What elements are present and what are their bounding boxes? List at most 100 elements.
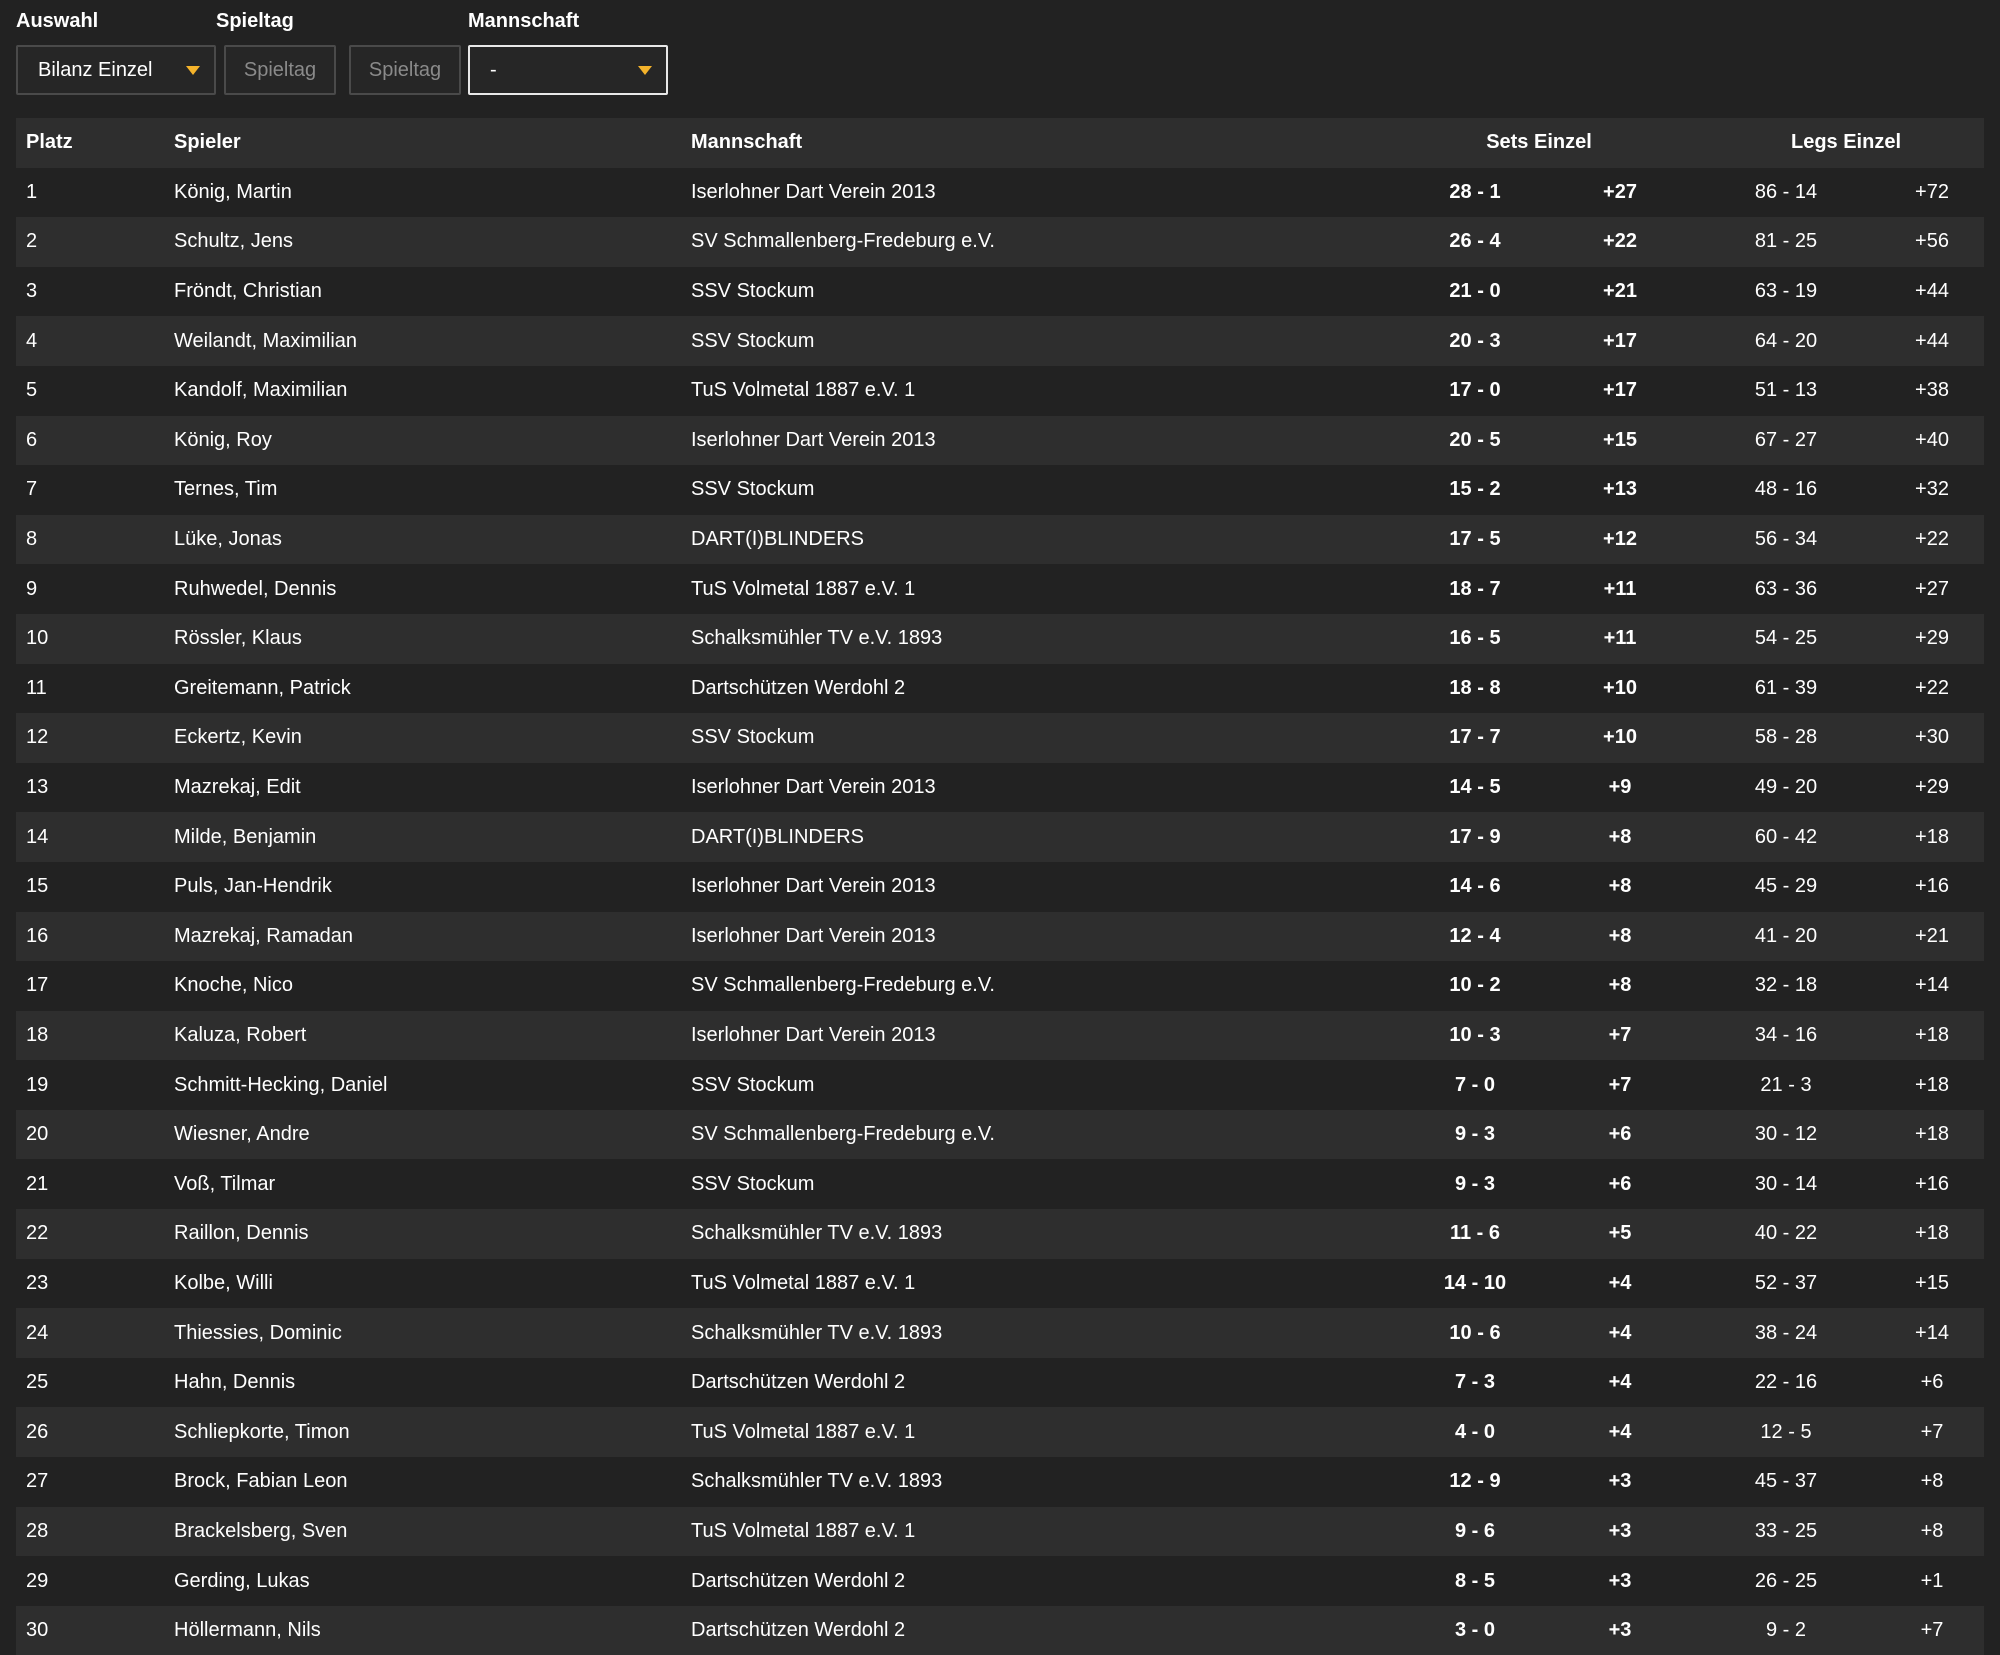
cell-spieler[interactable]: Schultz, Jens <box>174 217 293 267</box>
cell-legs: 45 - 29 <box>1754 875 1818 898</box>
cell-mannschaft[interactable]: Iserlohner Dart Verein 2013 <box>691 416 936 466</box>
cell-mannschaft[interactable]: Dartschützen Werdohl 2 <box>691 1358 905 1408</box>
cell-spieler[interactable]: Weilandt, Maximilian <box>174 316 357 366</box>
cell-mannschaft[interactable]: Iserlohner Dart Verein 2013 <box>691 763 936 813</box>
cell-sets: 7 - 3 <box>1454 1371 1496 1394</box>
cell-spieler[interactable]: Rössler, Klaus <box>174 614 302 664</box>
cell-platz: 11 <box>26 676 47 699</box>
cell-spieler[interactable]: Fröndt, Christian <box>174 267 322 317</box>
cell-platz: 23 <box>26 1271 49 1294</box>
cell-mannschaft[interactable]: TuS Volmetal 1887 e.V. 1 <box>691 1259 915 1309</box>
cell-spieler[interactable]: Kaluza, Robert <box>174 1011 306 1061</box>
cell-sets: 14 - 5 <box>1449 776 1501 799</box>
cell-mannschaft[interactable]: Dartschützen Werdohl 2 <box>691 664 905 714</box>
cell-platz: 25 <box>26 1371 49 1394</box>
header-mannschaft[interactable]: Mannschaft <box>691 118 802 168</box>
caret-down-icon <box>186 66 200 75</box>
cell-mannschaft[interactable]: Dartschützen Werdohl 2 <box>691 1606 905 1655</box>
cell-mannschaft[interactable]: Dartschützen Werdohl 2 <box>691 1556 905 1606</box>
cell-sets: 8 - 5 <box>1454 1569 1496 1592</box>
cell-mannschaft[interactable]: Iserlohner Dart Verein 2013 <box>691 1011 936 1061</box>
cell-mannschaft[interactable]: Schalksmühler TV e.V. 1893 <box>691 614 942 664</box>
cell-spieler[interactable]: Mazrekaj, Ramadan <box>174 912 353 962</box>
table-row: 2 Schultz, Jens SV Schmallenberg-Fredeburg… <box>16 217 1984 267</box>
cell-mannschaft[interactable]: TuS Volmetal 1887 e.V. 1 <box>691 564 915 614</box>
cell-mannschaft[interactable]: Schalksmühler TV e.V. 1893 <box>691 1457 942 1507</box>
cell-sets-diff: +3 <box>1608 1569 1632 1592</box>
cell-spieler[interactable]: Brock, Fabian Leon <box>174 1457 347 1507</box>
cell-mannschaft[interactable]: SV Schmallenberg-Fredeburg e.V. <box>691 961 995 1011</box>
cell-spieler[interactable]: Knoche, Nico <box>174 961 293 1011</box>
cell-spieler[interactable]: König, Roy <box>174 416 272 466</box>
cell-sets-diff: +27 <box>1603 180 1637 203</box>
auswahl-label: Auswahl <box>16 10 99 32</box>
header-platz[interactable]: Platz <box>26 118 73 168</box>
cell-spieler[interactable]: Schmitt-Hecking, Daniel <box>174 1060 387 1110</box>
cell-spieler[interactable]: Eckertz, Kevin <box>174 713 302 763</box>
header-spieler[interactable]: Spieler <box>174 118 241 168</box>
cell-platz: 12 <box>26 726 49 749</box>
cell-spieler[interactable]: Lüke, Jonas <box>174 515 282 565</box>
cell-mannschaft[interactable]: Iserlohner Dart Verein 2013 <box>691 862 936 912</box>
spieltag-to-input[interactable]: Spieltag <box>349 45 461 95</box>
cell-sets-diff: +8 <box>1608 974 1632 997</box>
cell-mannschaft[interactable]: SSV Stockum <box>691 713 814 763</box>
header-sets-einzel[interactable]: Sets Einzel <box>1414 118 1664 168</box>
cell-spieler[interactable]: Brackelsberg, Sven <box>174 1507 347 1557</box>
cell-mannschaft[interactable]: SV Schmallenberg-Fredeburg e.V. <box>691 217 995 267</box>
table-row: 15 Puls, Jan-Hendrik Iserlohner Dart Verei… <box>16 861 1984 912</box>
cell-sets-diff: +4 <box>1608 1271 1632 1294</box>
cell-mannschaft[interactable]: SSV Stockum <box>691 465 814 515</box>
cell-legs: 63 - 36 <box>1754 577 1818 600</box>
cell-spieler[interactable]: Puls, Jan-Hendrik <box>174 862 332 912</box>
cell-mannschaft[interactable]: TuS Volmetal 1887 e.V. 1 <box>691 1507 915 1557</box>
cell-mannschaft[interactable]: Iserlohner Dart Verein 2013 <box>691 912 936 962</box>
cell-spieler[interactable]: Mazrekaj, Edit <box>174 763 301 813</box>
cell-spieler[interactable]: Ruhwedel, Dennis <box>174 564 336 614</box>
cell-spieler[interactable]: Höllermann, Nils <box>174 1606 321 1655</box>
cell-mannschaft[interactable]: SSV Stockum <box>691 1060 814 1110</box>
cell-spieler[interactable]: Voß, Tilmar <box>174 1159 275 1209</box>
cell-legs-diff: +27 <box>1915 577 1949 600</box>
table-row: 6 König, Roy Iserlohner Dart Verein 2013 20… <box>16 415 1984 466</box>
cell-spieler[interactable]: Greitemann, Patrick <box>174 664 351 714</box>
cell-legs: 26 - 25 <box>1754 1569 1818 1592</box>
cell-sets: 10 - 2 <box>1449 974 1501 997</box>
cell-spieler[interactable]: Wiesner, Andre <box>174 1110 310 1160</box>
cell-legs-diff: +29 <box>1915 627 1949 650</box>
mannschaft-select[interactable]: - <box>468 45 668 95</box>
header-legs-einzel[interactable]: Legs Einzel <box>1721 118 1971 168</box>
cell-platz: 9 <box>26 577 38 600</box>
cell-mannschaft[interactable]: SSV Stockum <box>691 267 814 317</box>
cell-mannschaft[interactable]: Schalksmühler TV e.V. 1893 <box>691 1209 942 1259</box>
cell-mannschaft[interactable]: SV Schmallenberg-Fredeburg e.V. <box>691 1110 995 1160</box>
cell-mannschaft[interactable]: TuS Volmetal 1887 e.V. 1 <box>691 366 915 416</box>
cell-legs-diff: +22 <box>1915 676 1949 699</box>
cell-mannschaft[interactable]: Iserlohner Dart Verein 2013 <box>691 168 936 218</box>
cell-spieler[interactable]: Thiessies, Dominic <box>174 1308 342 1358</box>
cell-mannschaft[interactable]: Schalksmühler TV e.V. 1893 <box>691 1308 942 1358</box>
cell-spieler[interactable]: Schliepkorte, Timon <box>174 1407 350 1457</box>
cell-platz: 13 <box>26 776 49 799</box>
cell-mannschaft[interactable]: SSV Stockum <box>691 316 814 366</box>
cell-mannschaft[interactable]: DART(I)BLINDERS <box>691 812 864 862</box>
cell-platz: 18 <box>26 1023 49 1046</box>
auswahl-select[interactable]: Bilanz Einzel <box>16 45 216 95</box>
cell-legs-diff: +56 <box>1915 230 1949 253</box>
cell-spieler[interactable]: Milde, Benjamin <box>174 812 316 862</box>
cell-spieler[interactable]: König, Martin <box>174 168 292 218</box>
cell-spieler[interactable]: Kandolf, Maximilian <box>174 366 347 416</box>
cell-mannschaft[interactable]: DART(I)BLINDERS <box>691 515 864 565</box>
cell-legs-diff: +32 <box>1915 478 1949 501</box>
cell-spieler[interactable]: Raillon, Dennis <box>174 1209 309 1259</box>
cell-spieler[interactable]: Gerding, Lukas <box>174 1556 310 1606</box>
cell-spieler[interactable]: Hahn, Dennis <box>174 1358 295 1408</box>
cell-mannschaft[interactable]: TuS Volmetal 1887 e.V. 1 <box>691 1407 915 1457</box>
cell-legs: 30 - 12 <box>1754 1123 1818 1146</box>
cell-sets: 16 - 5 <box>1449 627 1501 650</box>
spieltag-from-input[interactable]: Spieltag <box>224 45 336 95</box>
cell-legs: 51 - 13 <box>1754 379 1818 402</box>
cell-spieler[interactable]: Ternes, Tim <box>174 465 277 515</box>
cell-mannschaft[interactable]: SSV Stockum <box>691 1159 814 1209</box>
cell-spieler[interactable]: Kolbe, Willi <box>174 1259 273 1309</box>
